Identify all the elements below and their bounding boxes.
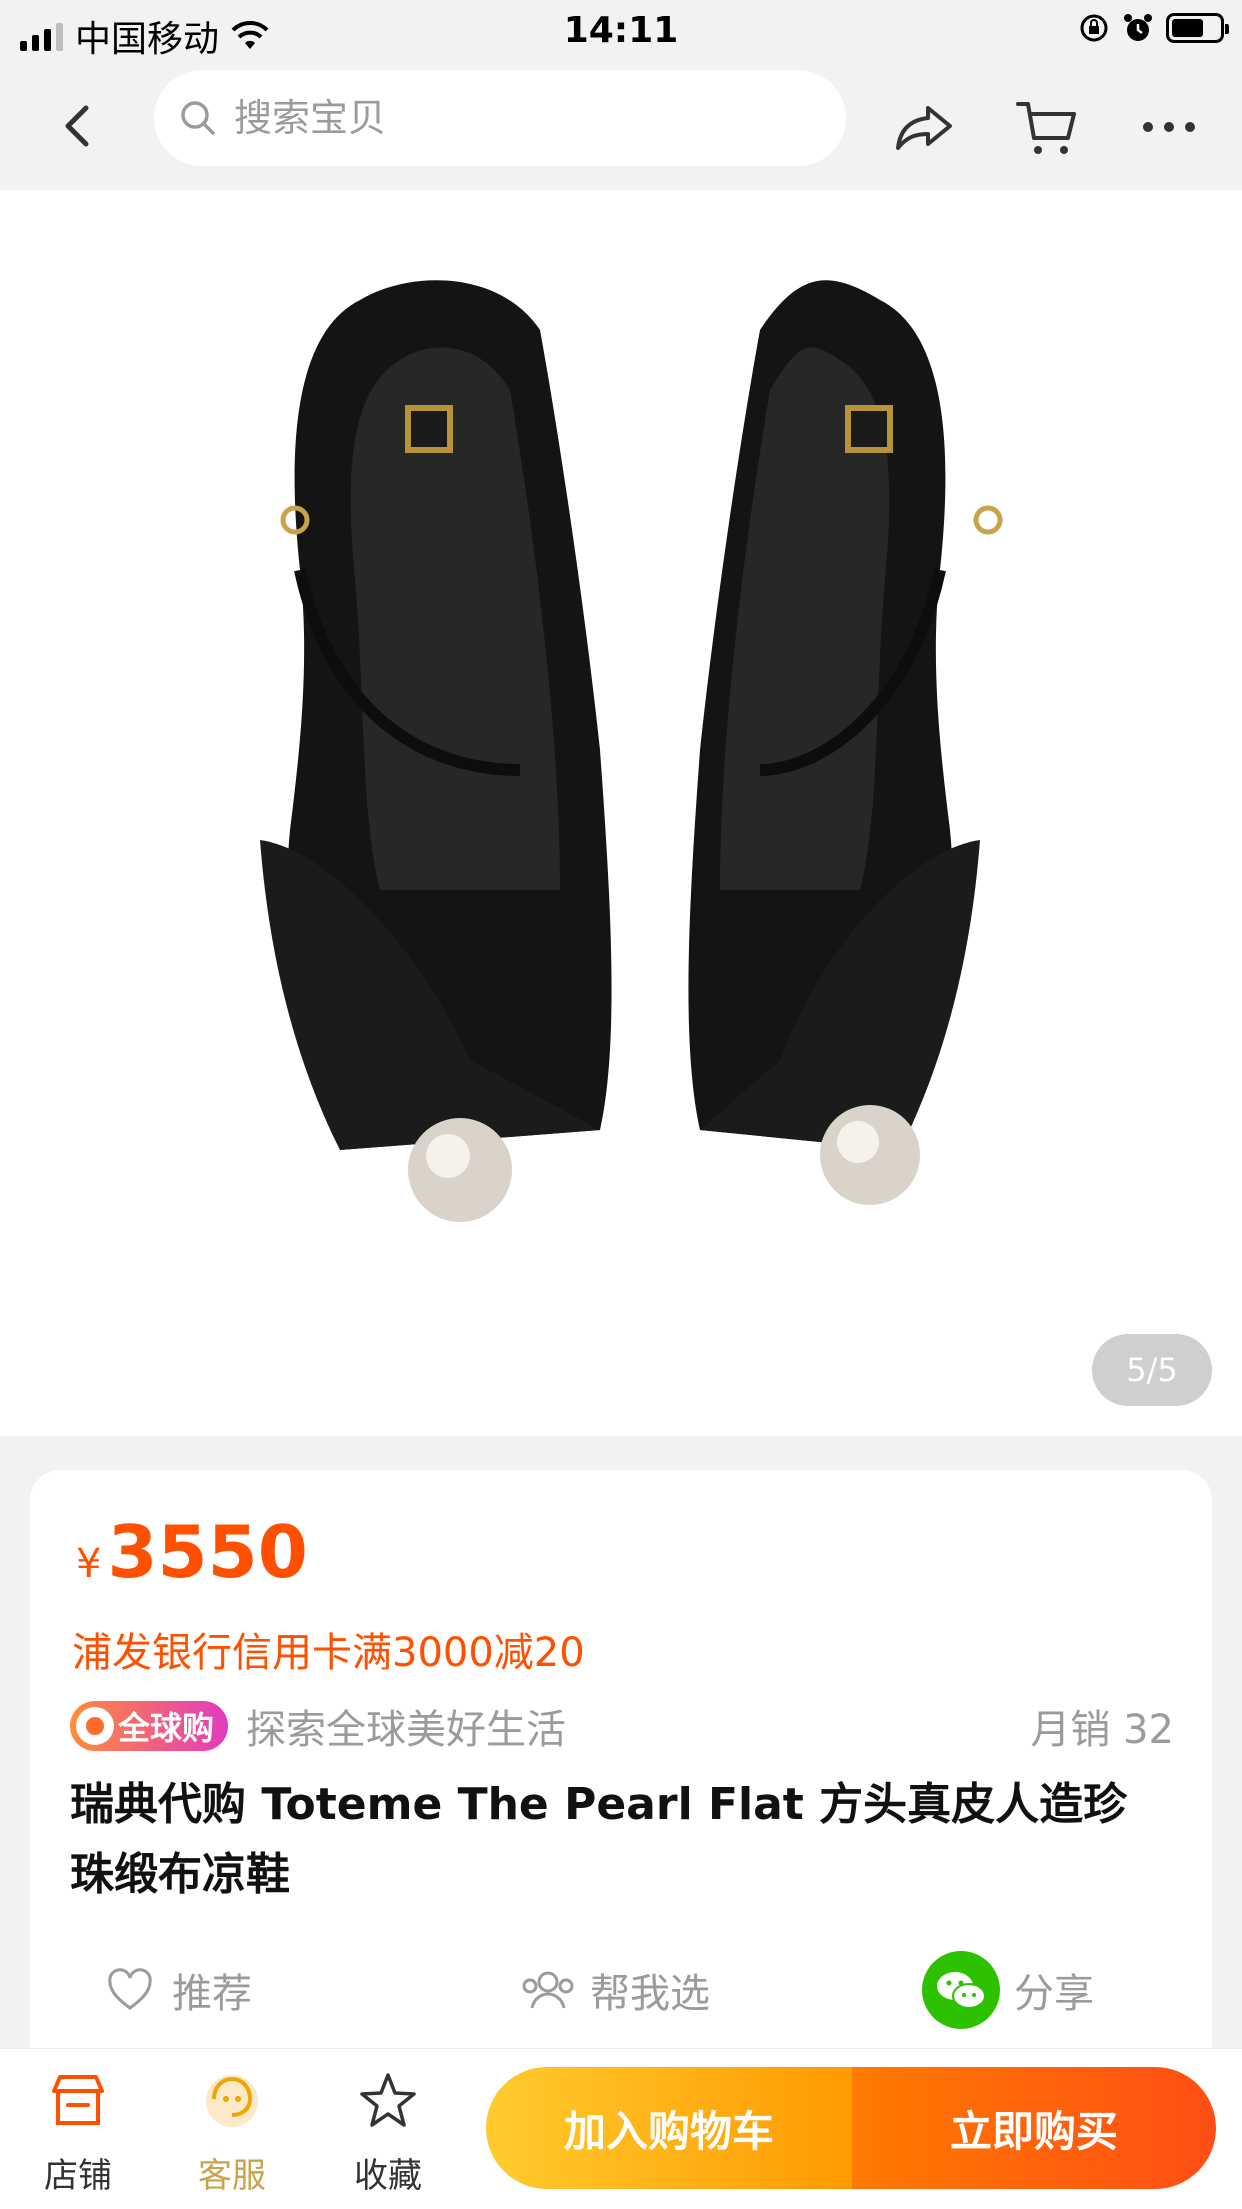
search-input[interactable] [232, 95, 796, 141]
global-buy-icon [76, 1707, 114, 1745]
search-bar[interactable] [154, 70, 846, 166]
battery-icon [1166, 13, 1229, 43]
help-choose-button[interactable]: 帮我选 [520, 1950, 710, 2030]
currency-symbol: ¥ [76, 1541, 102, 1587]
product-image [260, 280, 1003, 1222]
monthly-sales: 月销 32 [1030, 1707, 1174, 1753]
tagline: 探索全球美好生活 [246, 1707, 567, 1753]
share-icon[interactable] [892, 94, 958, 160]
wechat-icon [922, 1951, 1000, 2029]
add-to-cart-button[interactable]: 加入购物车 [486, 2067, 852, 2189]
heart-icon [108, 1968, 152, 2010]
page-indicator: 5/5 [1092, 1334, 1212, 1406]
star-icon [360, 2073, 416, 2127]
favorite-label: 收藏 [354, 2156, 422, 2196]
recommend-button[interactable]: 推荐 [106, 1950, 252, 2030]
recommend-label: 推荐 [172, 1971, 252, 2017]
status-bar: 中国移动 14:11 [0, 0, 1242, 64]
promo-text[interactable]: 浦发银行信用卡满3000减20 [72, 1620, 585, 1678]
search-icon [181, 101, 215, 135]
buy-now-button[interactable]: 立即购买 [852, 2067, 1216, 2189]
clock: 14:11 [563, 10, 679, 51]
help-choose-label: 帮我选 [590, 1971, 710, 2017]
store-icon [52, 2075, 104, 2125]
store-tab[interactable]: 店铺 [18, 2069, 138, 2197]
badge-label: 全球购 [118, 1709, 215, 1747]
right-shoe [688, 280, 1003, 1205]
back-icon[interactable] [48, 96, 108, 156]
share-label: 分享 [1014, 1971, 1094, 2017]
status-right [1078, 12, 1229, 44]
tag-row: 全球购 探索全球美好生活 月销 32 [70, 1696, 1174, 1756]
bottom-bar: 店铺 客服 收藏 加入购物车 立即购买 [0, 2048, 1242, 2209]
top-nav [0, 64, 1242, 190]
store-label: 店铺 [44, 2156, 112, 2196]
purchase-buttons: 加入购物车 立即购买 [486, 2067, 1216, 2189]
more-icon[interactable] [1136, 94, 1202, 160]
product-title: 瑞典代购 Toteme The Pearl Flat 方头真皮人造珍珠缎布凉鞋 [70, 1779, 1128, 1900]
price-row: ¥ 3550 [76, 1510, 308, 1594]
product-gallery[interactable]: 5/5 [0, 190, 1242, 1436]
service-icon [206, 2075, 258, 2127]
rotation-lock-icon [1080, 14, 1108, 42]
favorite-tab[interactable]: 收藏 [328, 2069, 448, 2197]
product-info-card: ¥ 3550 浦发银行信用卡满3000减20 全球购 探索全球美好生活 月销 3… [30, 1470, 1212, 2050]
share-button[interactable]: 分享 [922, 1950, 1094, 2030]
service-tab[interactable]: 客服 [172, 2069, 292, 2197]
alarm-icon [1124, 14, 1152, 41]
people-icon [522, 1971, 574, 2009]
action-row: 推荐 帮我选 分享 [30, 1950, 1212, 2030]
global-buy-badge[interactable]: 全球购 [70, 1701, 229, 1751]
left-shoe [260, 280, 612, 1222]
cart-icon[interactable] [1014, 94, 1080, 160]
service-label: 客服 [198, 2156, 266, 2196]
price: 3550 [107, 1510, 308, 1594]
